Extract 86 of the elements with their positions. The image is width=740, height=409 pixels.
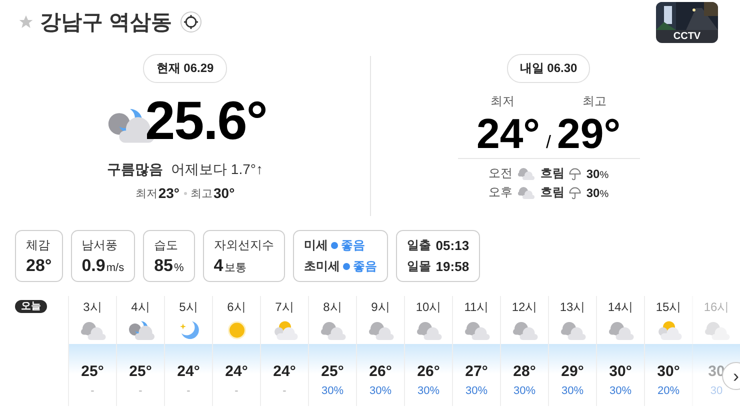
card-value: 0.9m/s	[82, 256, 124, 276]
hour-temperature: 30°	[657, 363, 680, 380]
date-pill: 현재 06.29	[143, 54, 227, 83]
card-value: 28°	[26, 256, 52, 276]
max-temperature: 29°	[557, 110, 621, 158]
hour-label: 14시	[608, 299, 634, 316]
hour-label: 13시	[560, 299, 586, 316]
hour-label: 6시	[227, 299, 246, 316]
rain-chance: 30%	[417, 385, 440, 397]
star-icon[interactable]	[18, 14, 34, 30]
rain-chance: 30	[710, 385, 723, 397]
card-value: 4보통	[214, 256, 248, 276]
rain-chance: 30%	[513, 385, 536, 397]
hour-label: 7시	[275, 299, 294, 316]
card-label: 자외선지수	[214, 236, 274, 254]
sun-time: 19:58	[436, 259, 470, 274]
min-label: 최저	[490, 93, 514, 110]
hour-temperature: 29°	[561, 363, 584, 380]
status-text: 좋음	[352, 258, 377, 275]
hour-label: 3시	[83, 299, 102, 316]
period-label: 오전	[488, 165, 512, 182]
rain-chance: -	[234, 385, 238, 397]
card-label: 습도	[154, 236, 180, 254]
rain-chance: 30%	[321, 385, 344, 397]
condition-text: 흐림	[540, 165, 564, 182]
hour-temperature: 25°	[321, 363, 344, 380]
cctv-label[interactable]: CCTV	[656, 30, 718, 43]
hour-temperature: 26°	[417, 363, 440, 380]
cloud-icon	[516, 185, 536, 200]
hour-temperature: 24°	[225, 363, 248, 380]
sun-label: 일몰	[406, 258, 431, 275]
hour-temperature: 24°	[177, 363, 200, 380]
umbrella-icon	[570, 168, 582, 180]
min-temperature: 23°	[158, 185, 180, 201]
hour-label: 12시	[512, 299, 538, 316]
rain-chance: -	[90, 385, 94, 397]
hour-temperature: 26°	[369, 363, 392, 380]
rain-chance: 30%	[561, 385, 584, 397]
day-badge: 오늘	[15, 300, 47, 313]
compare-text: 어제보다 1.7°↑	[171, 161, 263, 179]
rain-chance: 30%	[465, 385, 488, 397]
max-label: 최고	[190, 186, 212, 200]
card-value: 85%	[154, 256, 184, 276]
rain-chance: 20%	[657, 385, 680, 397]
hour-label: 5시	[179, 299, 198, 316]
hour-label: 16시	[704, 299, 730, 316]
hour-temperature: 24°	[273, 363, 296, 380]
hour-temperature: 27°	[465, 363, 488, 380]
hour-label: 11시	[464, 299, 489, 316]
date-pill: 내일 06.30	[506, 54, 590, 83]
card-label: 남서풍	[82, 236, 119, 254]
rain-chance: -	[186, 385, 190, 397]
dust-label: 초미세	[304, 258, 340, 275]
condition-text: 흐림	[540, 184, 564, 201]
crosshair-icon[interactable]	[180, 11, 202, 33]
card-label: 체감	[26, 236, 51, 254]
rain-chance: -	[282, 385, 286, 397]
hour-temperature: 28°	[513, 363, 536, 380]
separator: /	[546, 132, 551, 153]
hour-temperature: 25°	[129, 363, 152, 380]
umbrella-icon	[570, 186, 582, 199]
max-label: 최고	[582, 93, 606, 110]
period-label: 오후	[488, 184, 512, 201]
hour-temperature: 30°	[609, 363, 632, 380]
min-label: 최저	[135, 186, 158, 200]
rain-chance: 30%	[586, 166, 609, 180]
min-temperature: 24°	[476, 110, 540, 158]
location-title: 강남구 역삼동	[40, 10, 172, 36]
hour-label: 10시	[416, 299, 442, 316]
status-text: 좋음	[340, 237, 365, 254]
hour-label: 4시	[131, 299, 150, 316]
cloud-icon	[516, 166, 536, 181]
hour-label: 15시	[656, 299, 682, 316]
hour-label: 8시	[323, 299, 342, 316]
dust-label: 미세	[304, 237, 328, 254]
max-temperature: 30°	[214, 185, 235, 201]
rain-chance: 30%	[369, 385, 392, 397]
hour-label: 9시	[371, 299, 390, 316]
rain-chance: -	[138, 385, 142, 397]
current-temperature: 25.6°	[145, 90, 267, 152]
hour-temperature: 25°	[81, 363, 104, 380]
sun-time: 05:13	[436, 238, 470, 253]
condition-text: 구름많음	[107, 161, 164, 179]
rain-chance: 30%	[609, 385, 632, 397]
sun-label: 일출	[406, 237, 431, 254]
rain-chance: 30%	[586, 186, 609, 200]
